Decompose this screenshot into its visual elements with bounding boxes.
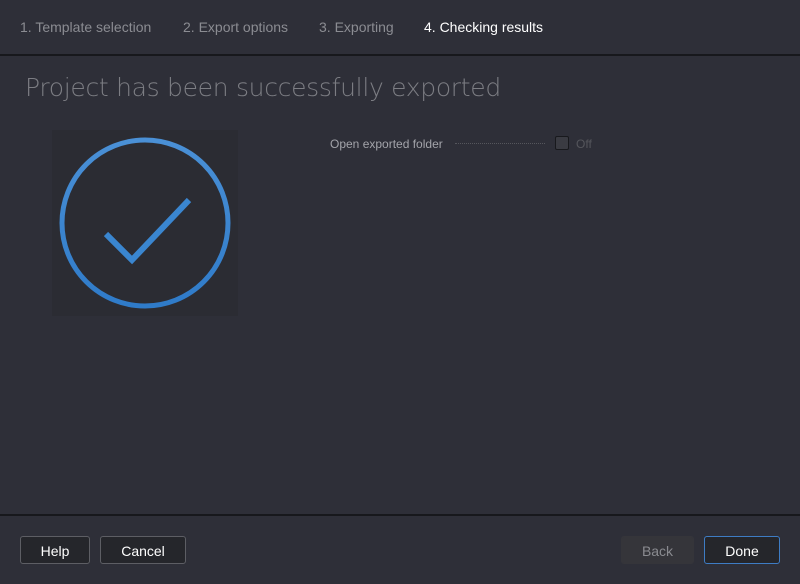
circle-outline [59,137,231,309]
page-title: Project has been successfully exported [25,73,501,102]
open-exported-folder-checkbox[interactable] [555,136,569,150]
step-export-options: 2. Export options [183,19,289,35]
step-template-selection: 1. Template selection [20,19,152,35]
open-exported-folder-label: Open exported folder [330,137,443,151]
check-circle-icon [59,137,231,309]
cancel-button[interactable]: Cancel [100,536,186,564]
leader-dots [455,143,545,144]
wizard-steps: 1. Template selection 2. Export options … [0,0,800,56]
back-button[interactable]: Back [621,536,694,564]
help-button[interactable]: Help [20,536,90,564]
step-exporting: 3. Exporting [319,19,394,35]
success-icon-container [52,130,238,316]
checkmark [103,197,192,265]
step-checking-results: 4. Checking results [424,19,544,35]
open-exported-folder-state: Off [576,137,592,151]
done-button[interactable]: Done [704,536,780,564]
